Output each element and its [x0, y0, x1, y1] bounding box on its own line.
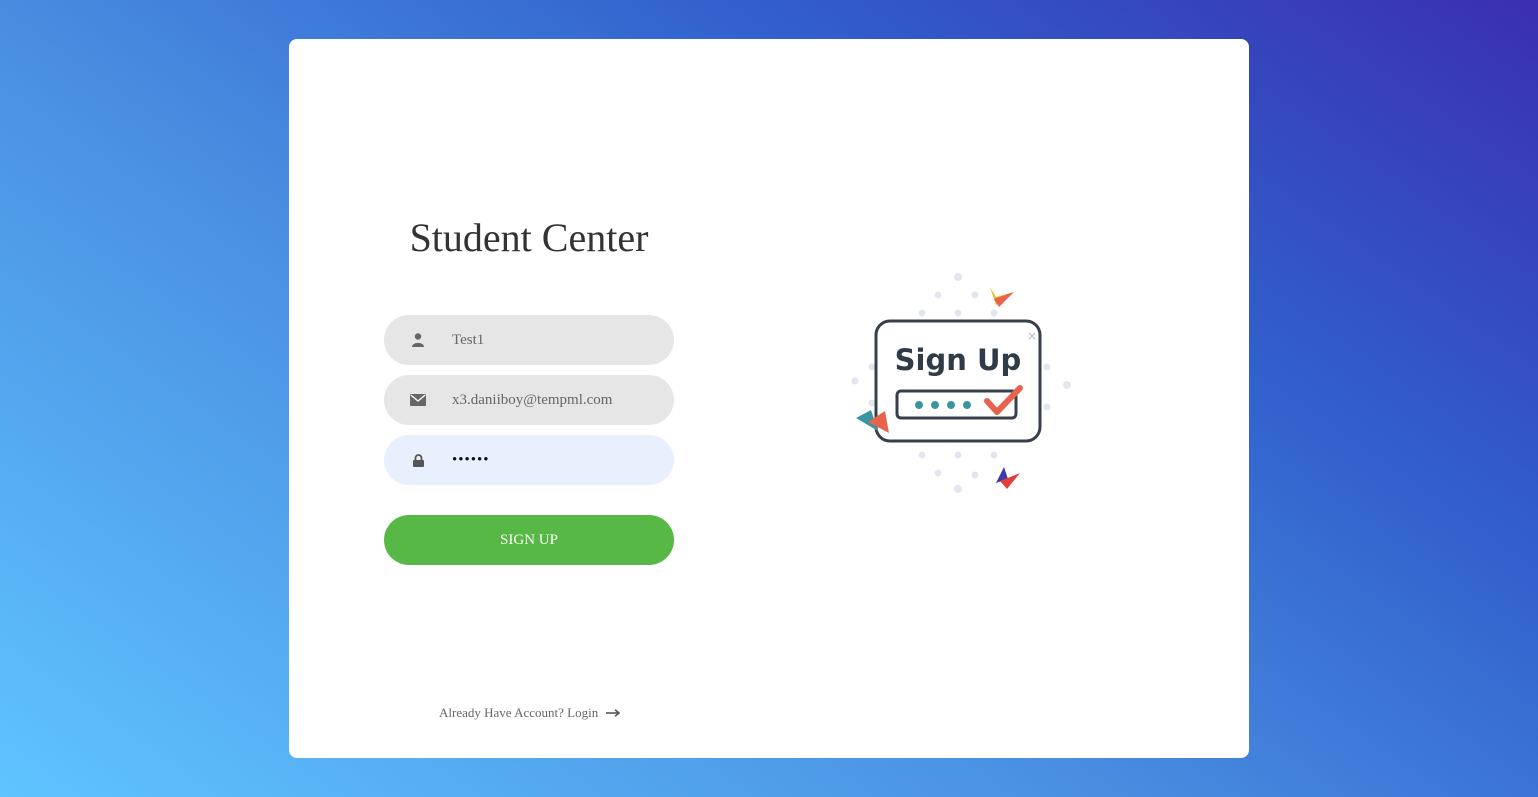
illustration-title: Sign Up — [895, 343, 1022, 377]
login-link-label: Already Have Account? Login — [439, 705, 599, 720]
arrow-right-icon — [606, 705, 621, 721]
sign-up-button[interactable]: SIGN UP — [384, 515, 674, 565]
password-input[interactable] — [452, 435, 662, 485]
envelope-icon — [384, 394, 452, 406]
dialog-frame — [874, 319, 1042, 443]
email-field-wrapper — [384, 375, 674, 425]
username-field-wrapper — [384, 315, 674, 365]
sign-up-illustration: × Sign Up — [851, 273, 1071, 493]
lock-icon — [384, 453, 452, 467]
close-icon: × — [1027, 329, 1037, 343]
email-input[interactable] — [452, 375, 662, 425]
page-title: Student Center — [409, 215, 649, 260]
signup-card: Student Center SIGN UP Already Have Acco… — [289, 39, 1249, 758]
username-input[interactable] — [452, 315, 662, 365]
password-field-wrapper — [384, 435, 674, 485]
user-icon — [384, 333, 452, 347]
login-link[interactable]: Already Have Account? Login — [439, 705, 621, 721]
